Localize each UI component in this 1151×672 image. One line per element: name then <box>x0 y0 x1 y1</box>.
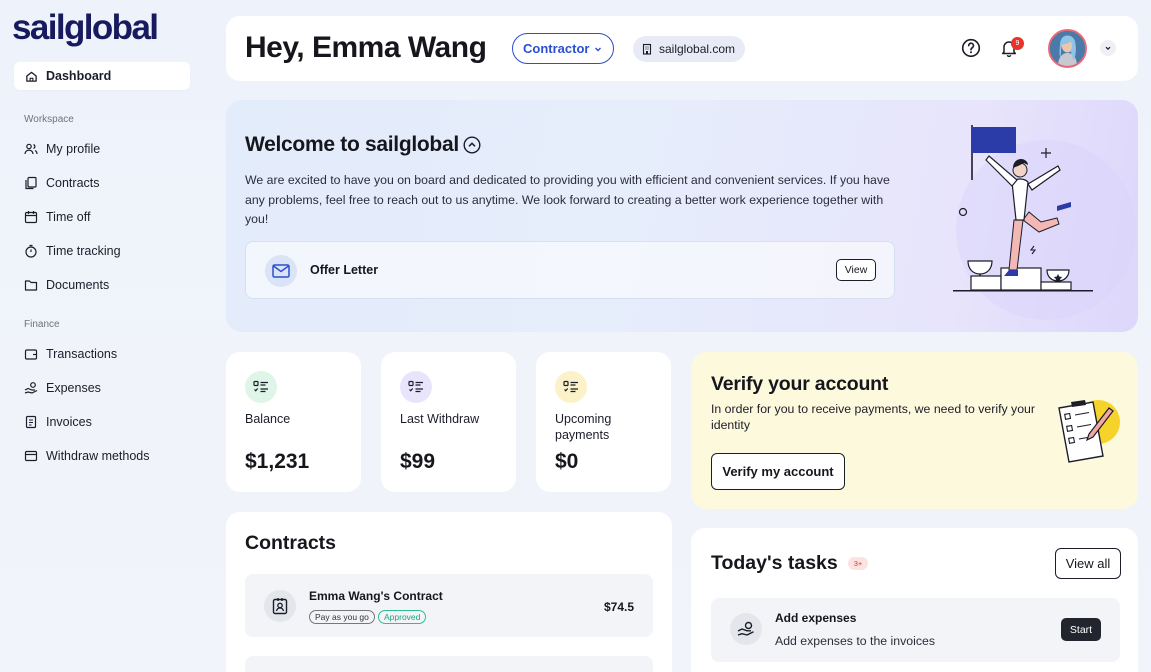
wallet-icon <box>24 347 38 361</box>
hand-coin-icon <box>730 613 762 645</box>
people-icon <box>24 142 38 156</box>
sidebar-item-withdraw-methods[interactable]: Withdraw methods <box>14 442 190 470</box>
chevron-down-icon <box>593 42 603 57</box>
contract-row[interactable]: Emma Wang's Contract Pay as you go Appro… <box>245 574 653 637</box>
stat-value: $99 <box>400 450 436 473</box>
documents-icon <box>24 176 38 190</box>
sidebar-item-label: My profile <box>46 142 101 156</box>
contract-name: Emma Wang's Contract <box>309 589 443 603</box>
list-icon <box>245 371 277 403</box>
notification-count-badge: 9 <box>1011 37 1024 50</box>
sidebar-item-expenses[interactable]: Expenses <box>14 374 190 402</box>
checklist-illustration <box>1051 388 1131 468</box>
verify-title: Verify your account <box>711 373 889 395</box>
calendar-icon <box>24 210 38 224</box>
verify-account-card: Verify your account In order for you to … <box>691 352 1138 509</box>
sidebar-item-dashboard[interactable]: Dashboard <box>14 62 190 90</box>
folder-icon <box>24 278 38 292</box>
sidebar-item-my-profile[interactable]: My profile <box>14 135 190 163</box>
invoice-icon <box>24 415 38 429</box>
company-domain-label: sailglobal.com <box>659 42 736 56</box>
sidebar-item-label: Dashboard <box>46 69 112 83</box>
stopwatch-icon <box>24 244 38 258</box>
balance-card: Balance $1,231 <box>226 352 361 492</box>
start-task-button[interactable]: Start <box>1061 618 1101 641</box>
sidebar-item-label: Invoices <box>46 415 92 429</box>
company-domain-pill[interactable]: sailglobal.com <box>633 36 745 62</box>
sidebar-item-label: Transactions <box>46 347 118 361</box>
role-dropdown-label: Contractor <box>523 41 590 56</box>
last-withdraw-card: Last Withdraw $99 <box>381 352 516 492</box>
stat-value: $0 <box>555 450 579 473</box>
greeting-title: Hey, Emma Wang <box>245 31 487 64</box>
verify-description: In order for you to receive payments, we… <box>711 402 1035 432</box>
welcome-banner: Welcome to sailglobal We are excited to … <box>226 100 1138 332</box>
contract-badge-icon <box>264 590 296 622</box>
mail-icon <box>265 255 297 287</box>
card-icon <box>24 449 38 463</box>
sidebar-item-label: Time tracking <box>46 244 121 258</box>
list-icon <box>555 371 587 403</box>
contracts-card: Contracts Emma Wang's Contract Pay as yo… <box>226 512 672 672</box>
stat-value: $1,231 <box>245 450 310 473</box>
contract-row[interactable] <box>245 656 653 672</box>
sidebar-item-time-off[interactable]: Time off <box>14 203 190 231</box>
sidebar-item-documents[interactable]: Documents <box>14 271 190 299</box>
contract-amount: $74.5 <box>603 600 634 614</box>
home-icon <box>24 69 38 83</box>
offer-letter-card: Offer Letter View <box>245 241 895 299</box>
sidebar-item-transactions[interactable]: Transactions <box>14 340 190 368</box>
verify-my-account-button[interactable]: Verify my account <box>711 453 845 490</box>
sidebar-item-invoices[interactable]: Invoices <box>14 408 190 436</box>
sidebar-item-label: Withdraw methods <box>46 449 150 463</box>
view-offer-button[interactable]: View <box>836 259 876 281</box>
celebration-illustration <box>926 100 1138 332</box>
workspace-section-label: Workspace <box>24 114 74 125</box>
sidebar-item-label: Documents <box>46 278 110 292</box>
sidebar-item-contracts[interactable]: Contracts <box>14 169 190 197</box>
finance-section-label: Finance <box>24 319 60 330</box>
tasks-title: Today's tasks <box>711 552 838 574</box>
welcome-title: Welcome to sailglobal <box>245 133 459 156</box>
task-row[interactable]: Add expenses Add expenses to the invoice… <box>711 598 1120 662</box>
sidebar-item-label: Expenses <box>46 381 101 395</box>
list-icon <box>400 371 432 403</box>
hand-coin-icon <box>24 381 38 395</box>
collapse-chevron-up-icon[interactable] <box>463 136 481 154</box>
welcome-message: We are excited to have you on board and … <box>245 173 890 226</box>
stat-label: Balance <box>245 412 291 426</box>
task-title: Add expenses <box>775 611 857 625</box>
sidebar-item-label: Time off <box>46 210 91 224</box>
sidebar-item-label: Contracts <box>46 176 100 190</box>
help-icon[interactable] <box>960 37 982 59</box>
sidebar: sailglobal Dashboard Workspace My profil… <box>0 0 210 672</box>
sidebar-item-time-tracking[interactable]: Time tracking <box>14 237 190 265</box>
task-subtitle: Add expenses to the invoices <box>775 634 935 648</box>
offer-letter-label: Offer Letter <box>310 263 379 277</box>
top-header: Hey, Emma Wang Contractor sailglobal.com… <box>226 16 1138 81</box>
contracts-title: Contracts <box>245 532 337 554</box>
tasks-count-badge: 3+ <box>848 557 868 570</box>
status-badge: Approved <box>378 610 427 624</box>
stat-label: Last Withdraw <box>400 412 480 426</box>
role-dropdown[interactable]: Contractor <box>512 33 614 64</box>
upcoming-payments-card: Upcoming payments $0 <box>536 352 671 492</box>
payment-type-tag: Pay as you go <box>309 610 375 624</box>
avatar[interactable] <box>1048 29 1087 68</box>
todays-tasks-card: Today's tasks 3+ View all Add expenses A… <box>691 528 1138 672</box>
sailglobal-logo[interactable]: sailglobal <box>12 8 159 48</box>
view-all-tasks-button[interactable]: View all <box>1055 548 1121 579</box>
stat-label: Upcoming payments <box>555 412 612 442</box>
account-menu-chevron-icon[interactable] <box>1100 40 1116 56</box>
building-icon <box>641 43 653 55</box>
